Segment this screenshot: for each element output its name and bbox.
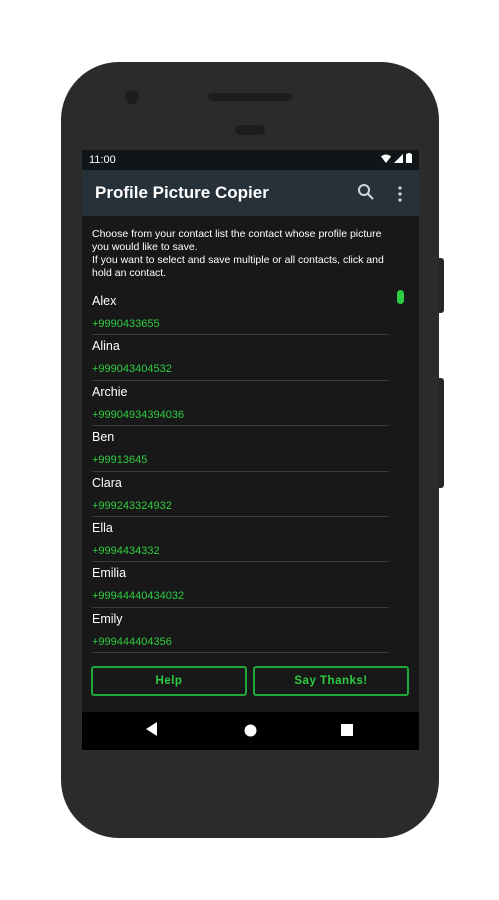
contact-phone: +9994434332 bbox=[92, 544, 160, 557]
help-button[interactable]: Help bbox=[91, 666, 247, 696]
signal-icon bbox=[394, 153, 403, 163]
search-icon[interactable] bbox=[357, 183, 375, 201]
contact-name: Clara bbox=[92, 475, 122, 490]
say-thanks-button[interactable]: Say Thanks! bbox=[253, 666, 409, 696]
contact-name: Archie bbox=[92, 384, 128, 399]
contact-phone: +99904934394036 bbox=[92, 408, 185, 421]
contact-phone: +999043404532 bbox=[92, 363, 172, 376]
instructions: Choose from your contact list the contac… bbox=[92, 228, 397, 280]
earpiece-speaker bbox=[208, 93, 292, 101]
contact-name: Ella bbox=[92, 520, 113, 535]
power-button bbox=[439, 378, 444, 488]
recents-icon[interactable] bbox=[341, 724, 353, 736]
contact-item[interactable]: Emilia +999444404340​32 bbox=[82, 562, 419, 608]
status-icons bbox=[381, 153, 412, 163]
contact-item[interactable]: Ben +99913645 bbox=[82, 426, 419, 472]
back-icon[interactable] bbox=[146, 722, 158, 736]
contact-item[interactable]: Emily +999444404356 bbox=[82, 608, 419, 654]
divider bbox=[92, 652, 389, 654]
contact-name: Alina bbox=[92, 339, 120, 354]
contact-name: Ben bbox=[92, 430, 115, 445]
app-bar: Profile Picture Copier bbox=[82, 170, 419, 216]
contact-item[interactable]: Clara +999243324932 bbox=[82, 472, 419, 517]
wifi-icon bbox=[381, 154, 391, 163]
navigation-bar bbox=[82, 712, 419, 750]
contact-item[interactable]: Archie +99904934394036 bbox=[82, 381, 419, 427]
screen: 11:00 Profile Picture Copier Choose from… bbox=[82, 150, 419, 750]
instructions-line-1: Choose from your contact list the contac… bbox=[92, 228, 382, 253]
contact-phone: +999243324932 bbox=[92, 499, 172, 512]
proximity-sensor bbox=[235, 125, 265, 135]
contact-name: Emily bbox=[92, 611, 123, 626]
contact-phone: +999444404340​32 bbox=[92, 590, 185, 603]
contact-phone: +99913645 bbox=[92, 454, 148, 467]
status-time: 11:00 bbox=[89, 154, 116, 166]
battery-icon bbox=[406, 153, 412, 163]
volume-button bbox=[439, 258, 444, 313]
app-title: Profile Picture Copier bbox=[95, 183, 269, 202]
instructions-line-2: If you want to select and save multiple … bbox=[92, 254, 384, 279]
home-icon[interactable] bbox=[244, 724, 257, 737]
contact-item[interactable]: Alina +999043404532 bbox=[82, 335, 419, 381]
contact-name: Alex bbox=[92, 294, 117, 308]
contact-item[interactable]: Alex +9990433655 bbox=[82, 290, 419, 336]
status-bar: 11:00 bbox=[82, 150, 419, 170]
contact-name: Emilia bbox=[92, 566, 127, 581]
contact-item[interactable]: Ella +9994434332 bbox=[82, 517, 419, 563]
contact-phone: +9990433655 bbox=[92, 318, 160, 330]
more-vert-icon[interactable] bbox=[393, 185, 407, 203]
contact-list: Alex +9990433655 Alina +999043404532 Arc… bbox=[82, 290, 419, 654]
front-camera bbox=[125, 90, 139, 104]
contact-phone: +999444404356 bbox=[92, 635, 172, 648]
